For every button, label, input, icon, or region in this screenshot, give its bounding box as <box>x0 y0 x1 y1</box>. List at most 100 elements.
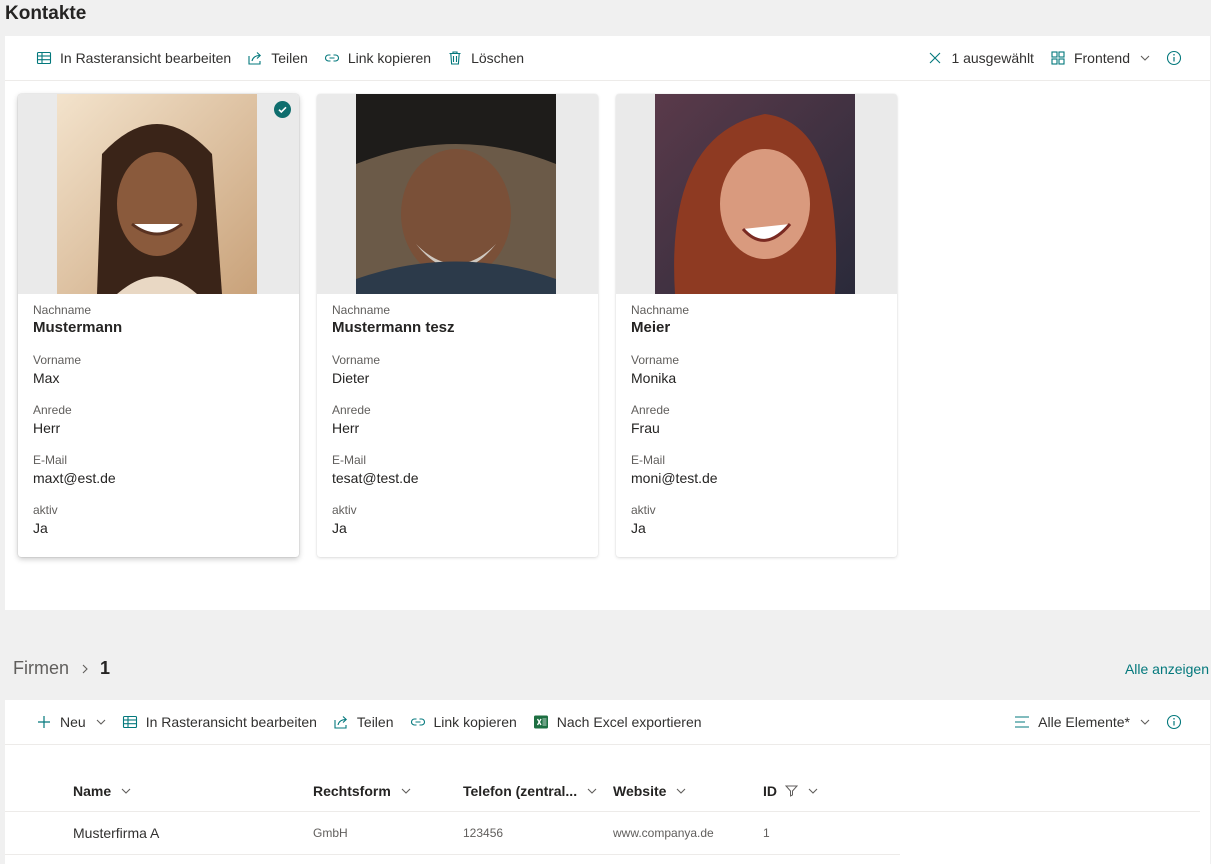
tiles-view-icon <box>1051 51 1065 65</box>
view-label: Frontend <box>1073 50 1130 66</box>
contact-card[interactable]: Nachname Mustermann Vorname Max Anrede H… <box>18 94 299 557</box>
chevron-down-icon <box>121 788 131 794</box>
chevron-down-icon <box>1140 55 1150 61</box>
contacts-command-bar: In Rasteransicht bearbeiten Teilen Link … <box>5 36 1210 81</box>
copy-link-label: Link kopieren <box>433 714 517 730</box>
share-icon <box>334 716 347 729</box>
value-vorname: Monika <box>631 370 677 386</box>
new-label: Neu <box>60 714 86 730</box>
label-nachname: Nachname <box>33 303 92 317</box>
label-anrede: Anrede <box>33 403 72 417</box>
label-vorname: Vorname <box>332 353 381 367</box>
value-aktiv: Ja <box>631 520 646 536</box>
share-button[interactable]: Teilen <box>247 50 308 66</box>
value-aktiv: Ja <box>33 520 48 536</box>
table-header: Name Rechtsform Telefon (zentral... Webs… <box>5 770 1200 812</box>
column-header-name[interactable]: Name <box>73 783 131 799</box>
breadcrumb-root[interactable]: Firmen <box>13 658 69 679</box>
value-anrede: Herr <box>332 420 360 436</box>
selected-check-icon[interactable] <box>274 101 291 118</box>
export-label: Nach Excel exportieren <box>556 714 702 730</box>
view-selector[interactable]: Frontend <box>1050 50 1150 66</box>
companies-table: Name Rechtsform Telefon (zentral... Webs… <box>5 770 1200 855</box>
info-icon <box>1166 50 1182 66</box>
info-button[interactable] <box>1166 50 1182 66</box>
card-fields: Nachname Mustermann tesz Vorname Dieter … <box>317 294 598 538</box>
contact-card[interactable]: Nachname Mustermann tesz Vorname Dieter … <box>317 94 598 557</box>
grid-edit-label: In Rasteransicht bearbeiten <box>60 50 232 66</box>
label-anrede: Anrede <box>332 403 371 417</box>
chevron-down-icon <box>1140 719 1150 725</box>
cell-website: www.companya.de <box>613 826 714 840</box>
label-email: E-Mail <box>631 453 666 467</box>
label-aktiv: aktiv <box>332 503 357 517</box>
label-nachname: Nachname <box>631 303 690 317</box>
delete-button[interactable]: Löschen <box>447 50 524 66</box>
view-label: Alle Elemente* <box>1038 714 1130 730</box>
chevron-down-icon <box>808 788 818 794</box>
value-email: maxt@est.de <box>33 470 116 486</box>
close-icon <box>930 52 941 64</box>
share-button[interactable]: Teilen <box>333 714 394 730</box>
column-header-telefon[interactable]: Telefon (zentral... <box>463 783 597 799</box>
breadcrumb: Firmen 1 <box>13 658 110 679</box>
trash-icon <box>449 51 461 65</box>
link-icon <box>324 54 339 62</box>
info-button[interactable] <box>1166 714 1182 730</box>
chevron-down-icon <box>587 788 597 794</box>
value-vorname: Dieter <box>332 370 370 386</box>
show-all-link[interactable]: Alle anzeigen <box>1125 661 1209 677</box>
delete-label: Löschen <box>471 50 525 66</box>
export-excel-button[interactable]: Nach Excel exportieren <box>533 714 702 730</box>
value-email: moni@test.de <box>631 470 718 486</box>
grid-edit-label: In Rasteransicht bearbeiten <box>145 714 317 730</box>
chevron-down-icon <box>401 788 411 794</box>
clear-selection-button[interactable]: 1 ausgewählt <box>927 50 1034 66</box>
value-vorname: Max <box>33 370 60 386</box>
grid-edit-button[interactable]: In Rasteransicht bearbeiten <box>36 50 231 66</box>
view-selector[interactable]: Alle Elemente* <box>1014 714 1150 730</box>
value-anrede: Frau <box>631 420 660 436</box>
list-view-icon <box>1015 716 1030 728</box>
link-icon <box>410 718 425 726</box>
label-anrede: Anrede <box>631 403 670 417</box>
label-email: E-Mail <box>332 453 367 467</box>
breadcrumb-current: 1 <box>100 658 111 678</box>
value-nachname: Mustermann <box>33 319 123 336</box>
share-label: Teilen <box>356 714 394 730</box>
companies-panel: Neu In Rasteransicht bearbeiten Teilen L… <box>5 700 1210 864</box>
selected-count: 1 ausgewählt <box>951 50 1034 66</box>
card-fields: Nachname Mustermann Vorname Max Anrede H… <box>18 294 299 538</box>
excel-icon <box>533 715 548 729</box>
label-aktiv: aktiv <box>33 503 58 517</box>
chevron-right-icon <box>82 664 88 673</box>
card-fields: Nachname Meier Vorname Monika Anrede Fra… <box>616 294 897 538</box>
cell-id: 1 <box>763 826 770 840</box>
column-header-rechtsform[interactable]: Rechtsform <box>313 783 411 799</box>
label-vorname: Vorname <box>33 353 82 367</box>
section-title-kontakte: Kontakte <box>5 3 87 24</box>
label-vorname: Vorname <box>631 353 680 367</box>
copy-link-label: Link kopieren <box>347 50 432 66</box>
copy-link-button[interactable]: Link kopieren <box>324 50 431 66</box>
new-button[interactable]: Neu <box>36 714 106 730</box>
column-header-id[interactable]: ID <box>763 783 818 799</box>
value-nachname: Meier <box>631 319 671 336</box>
value-email: tesat@test.de <box>332 470 419 486</box>
grid-view-icon <box>36 51 52 65</box>
copy-link-button[interactable]: Link kopieren <box>410 714 517 730</box>
contact-photo <box>655 94 855 294</box>
card-photo-area <box>18 94 299 294</box>
info-icon <box>1166 714 1182 730</box>
contact-card[interactable]: Nachname Meier Vorname Monika Anrede Fra… <box>616 94 897 557</box>
filter-icon <box>785 785 798 797</box>
contact-photo <box>57 94 257 294</box>
label-aktiv: aktiv <box>631 503 656 517</box>
value-anrede: Herr <box>33 420 61 436</box>
column-header-website[interactable]: Website <box>613 783 686 799</box>
share-label: Teilen <box>271 50 308 66</box>
table-row[interactable]: Musterfirma A GmbH 123456 www.companya.d… <box>5 812 900 855</box>
plus-icon <box>38 716 50 728</box>
grid-edit-button[interactable]: In Rasteransicht bearbeiten <box>122 714 317 730</box>
cell-name[interactable]: Musterfirma A <box>73 825 159 841</box>
